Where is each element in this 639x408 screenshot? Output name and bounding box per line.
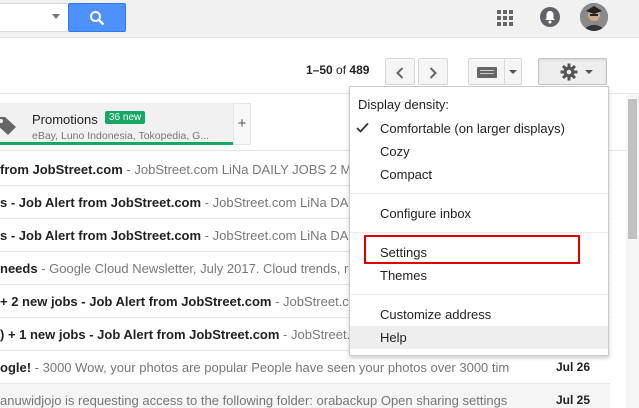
new-count-badge: 36 new (105, 111, 146, 124)
search-options-caret-icon[interactable] (52, 14, 60, 19)
menu-divider (350, 232, 608, 233)
email-subject: s - Job Alert from JobStreet.com (0, 195, 202, 210)
menu-item-customize-address[interactable]: Customize address (350, 303, 608, 326)
email-snippet: anuwidjojo is requesting access to the f… (0, 393, 510, 408)
chevron-down-icon (585, 70, 593, 74)
scrollbar-thumb[interactable] (628, 99, 637, 239)
settings-menu: Display density: Comfortable (on larger … (349, 86, 609, 356)
email-text: anuwidjojo is requesting access to the f… (0, 384, 510, 408)
tag-icon (0, 117, 16, 135)
menu-item-label: Themes (380, 268, 427, 283)
top-header (0, 0, 639, 38)
email-snippet: - Google Cloud Newsletter, July 2017. Cl… (37, 261, 356, 276)
email-date: Jul 25 (555, 393, 590, 407)
gear-icon (560, 63, 578, 81)
settings-gear-button[interactable] (538, 58, 607, 85)
display-density-heading: Display density: (358, 97, 450, 112)
chevron-left-icon (396, 67, 404, 79)
tab-promotions[interactable]: Promotions 36 new eBay, Luno Indonesia, … (0, 103, 233, 145)
email-snippet: - JobStreet.c (279, 327, 357, 342)
scrollbar[interactable] (626, 95, 639, 408)
menu-item-themes[interactable]: Themes (350, 264, 608, 287)
page-count: 1–50 of 489 (306, 63, 369, 77)
menu-item-comfortable[interactable]: Comfortable (on larger displays) (350, 117, 608, 140)
menu-item-label: Cozy (380, 144, 410, 159)
older-button[interactable] (418, 58, 448, 85)
menu-item-label: Customize address (380, 307, 492, 322)
add-tab-button[interactable]: + (233, 103, 251, 145)
chevron-down-icon[interactable] (509, 70, 517, 74)
menu-item-cozy[interactable]: Cozy (350, 140, 608, 163)
menu-divider (350, 294, 608, 295)
menu-item-compact[interactable]: Compact (350, 163, 608, 186)
input-tools-button[interactable] (468, 58, 522, 85)
email-subject: needs (0, 261, 38, 276)
checkmark-icon (356, 122, 369, 133)
email-row[interactable]: anuwidjojo is requesting access to the f… (0, 384, 610, 408)
email-subject: ) + 1 new jobs - Job Alert from JobStree… (0, 327, 280, 342)
menu-item-label: Configure inbox (380, 206, 472, 221)
avatar[interactable] (580, 3, 608, 31)
page-total: 489 (349, 63, 370, 77)
divider (504, 59, 505, 84)
search-button[interactable] (68, 3, 126, 32)
search-icon (90, 11, 105, 26)
menu-item-label: Comfortable (on larger displays) (380, 121, 565, 136)
menu-divider (350, 193, 608, 194)
email-subject: + 2 new jobs - Job Alert from JobStreet.… (0, 294, 272, 309)
newer-button[interactable] (385, 58, 415, 85)
settings-highlight-annotation (364, 235, 580, 264)
email-subject: from JobStreet.com (0, 162, 123, 177)
apps-grid-icon[interactable] (497, 10, 513, 26)
email-snippet: - 3000 Wow, your photos are popular Peop… (31, 360, 510, 375)
bell-icon[interactable] (540, 7, 560, 27)
email-subject: s - Job Alert from JobStreet.com (0, 228, 202, 243)
menu-item-label: Help (380, 330, 407, 345)
menu-item-help[interactable]: Help (350, 326, 608, 349)
page-range: 1–50 (306, 63, 333, 77)
chevron-right-icon (429, 67, 437, 79)
tab-label: Promotions (32, 112, 98, 127)
page-of: of (336, 63, 347, 77)
menu-item-label: Compact (380, 167, 433, 182)
keyboard-icon (477, 67, 497, 78)
menu-item-configure-inbox[interactable]: Configure inbox (350, 202, 608, 225)
tab-senders: eBay, Luno Indonesia, Tokopedia, G... (32, 130, 210, 142)
email-subject: ogle! (0, 360, 32, 375)
